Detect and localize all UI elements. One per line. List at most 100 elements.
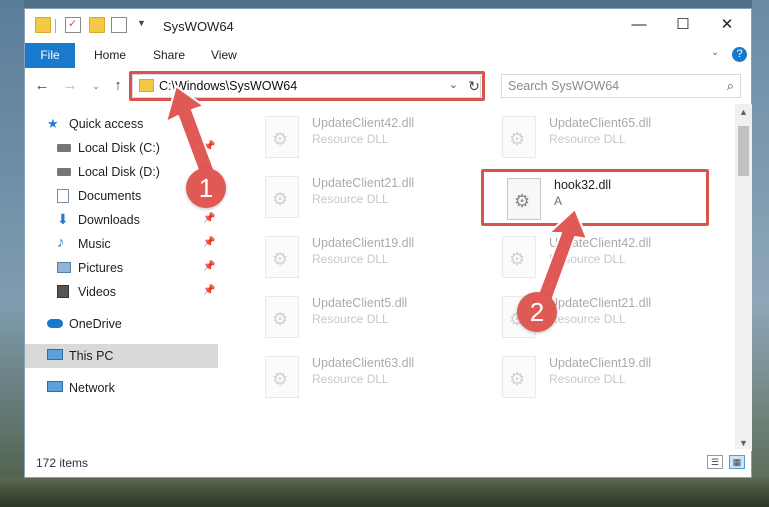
list-item[interactable]: UpdateClient19.dll Resource DLL xyxy=(245,230,465,280)
list-item[interactable]: UpdateClient5.dll Resource DLL xyxy=(245,290,465,340)
sidebar-item-music[interactable]: ♪ Music 📌 xyxy=(25,232,218,256)
file-name: UpdateClient19.dll xyxy=(549,356,652,370)
chevron-down-icon[interactable]: ▼ xyxy=(137,18,146,28)
step-2-badge: 2 xyxy=(517,292,557,332)
sidebar-item-label: Music xyxy=(78,237,111,251)
pin-icon[interactable]: 📌 xyxy=(203,237,215,248)
step-1-badge: 1 xyxy=(186,168,226,208)
sidebar-item-label: OneDrive xyxy=(69,317,122,331)
vertical-scrollbar[interactable]: ▲ ▼ xyxy=(735,104,752,451)
file-type: Resource DLL xyxy=(312,372,389,386)
file-type: Resource DLL xyxy=(312,192,389,206)
pin-icon[interactable]: 📌 xyxy=(203,261,215,272)
details-view-icon[interactable]: ☰ xyxy=(707,455,723,469)
customize-toolbar-icon[interactable] xyxy=(111,17,127,33)
sidebar-item-videos[interactable]: Videos 📌 xyxy=(25,280,218,304)
sidebar-item-label: Local Disk (C:) xyxy=(78,141,160,155)
file-name: UpdateClient63.dll xyxy=(312,356,415,370)
dll-file-icon xyxy=(265,116,299,158)
sidebar-item-pictures[interactable]: Pictures 📌 xyxy=(25,256,218,280)
documents-icon xyxy=(57,189,69,203)
tab-home[interactable]: Home xyxy=(94,43,126,68)
close-button[interactable]: ✕ xyxy=(717,15,737,35)
sidebar-item-label: Quick access xyxy=(69,117,144,131)
star-icon: ★ xyxy=(47,116,59,131)
sidebar-item-label: Videos xyxy=(78,285,116,299)
address-row: ← → ⌄ ↑ C:\Windows\SysWOW64 ⌄ ↻ Search S… xyxy=(25,68,751,104)
dll-file-icon xyxy=(502,116,536,158)
refresh-icon[interactable]: ↻ xyxy=(465,76,483,96)
sidebar-item-this-pc[interactable]: This PC xyxy=(25,344,218,368)
file-type: Resource DLL xyxy=(312,312,389,326)
file-name: UpdateClient21.dll xyxy=(312,176,415,190)
file-list: UpdateClient42.dll Resource DLL UpdateCl… xyxy=(225,104,735,449)
computer-icon xyxy=(47,349,63,360)
hook32-highlight xyxy=(481,169,709,226)
file-name: UpdateClient42.dll xyxy=(312,116,415,130)
drive-icon xyxy=(57,144,71,152)
videos-icon xyxy=(57,285,69,298)
file-name: UpdateClient5.dll xyxy=(312,296,408,310)
desktop-background-bottom xyxy=(0,477,769,507)
separator xyxy=(55,19,56,33)
recent-locations-chevron-icon[interactable]: ⌄ xyxy=(87,76,105,96)
drive-icon xyxy=(57,168,71,176)
sidebar-item-label: Documents xyxy=(78,189,142,203)
tab-view[interactable]: View xyxy=(211,43,237,68)
cloud-icon xyxy=(47,319,63,328)
list-item[interactable]: UpdateClient19.dll Resource DLL xyxy=(482,350,702,400)
dll-file-icon xyxy=(265,176,299,218)
search-icon: ⌕ xyxy=(726,78,734,93)
status-bar: 172 items ☰ ▦ xyxy=(25,449,751,477)
sidebar-item-network[interactable]: Network xyxy=(25,376,218,400)
window-title: SysWOW64 xyxy=(163,19,234,34)
list-item[interactable]: UpdateClient21.dll Resource DLL xyxy=(245,170,465,220)
help-icon[interactable]: ? xyxy=(732,47,747,62)
maximize-button[interactable]: ☐ xyxy=(673,15,693,35)
file-name: UpdateClient19.dll xyxy=(312,236,415,250)
new-folder-icon[interactable] xyxy=(89,17,105,33)
dll-file-icon xyxy=(265,356,299,398)
large-icons-view-icon[interactable]: ▦ xyxy=(729,455,745,469)
scroll-up-icon[interactable]: ▲ xyxy=(735,104,752,120)
chevron-down-icon[interactable]: ⌄ xyxy=(449,78,458,91)
file-type: Resource DLL xyxy=(549,372,626,386)
file-type: Resource DLL xyxy=(312,252,389,266)
sidebar-item-label: Downloads xyxy=(78,213,140,227)
minimize-button[interactable]: — xyxy=(629,15,649,35)
sidebar-item-label: Pictures xyxy=(78,261,124,275)
back-arrow-icon[interactable]: ← xyxy=(33,76,51,96)
desktop-background-left xyxy=(0,0,24,507)
title-bar: ✓ ▼ SysWOW64 — ☐ ✕ xyxy=(25,9,751,43)
folder-icon xyxy=(35,17,51,33)
up-arrow-icon[interactable]: ↑ xyxy=(109,76,127,96)
tab-file[interactable]: File xyxy=(25,43,75,68)
list-item[interactable]: UpdateClient63.dll Resource DLL xyxy=(245,350,465,400)
pin-icon[interactable]: 📌 xyxy=(203,285,215,296)
folder-icon xyxy=(139,79,154,92)
file-name: UpdateClient65.dll xyxy=(549,116,652,130)
ribbon-tabs: File Home Share View ⌄ ? xyxy=(25,43,751,68)
list-item[interactable]: UpdateClient65.dll Resource DLL xyxy=(482,110,702,160)
item-count: 172 items xyxy=(36,456,89,470)
forward-arrow-icon[interactable]: → xyxy=(61,76,79,96)
dll-file-icon xyxy=(265,236,299,278)
list-item[interactable]: UpdateClient42.dll Resource DLL xyxy=(245,110,465,160)
file-type: Resource DLL xyxy=(312,132,389,146)
expand-ribbon-icon[interactable]: ⌄ xyxy=(711,47,719,58)
sidebar-item-onedrive[interactable]: OneDrive xyxy=(25,312,218,336)
sidebar-item-downloads[interactable]: ⬇ Downloads 📌 xyxy=(25,208,218,232)
search-input[interactable]: Search SysWOW64 ⌕ xyxy=(501,74,741,98)
search-placeholder: Search SysWOW64 xyxy=(508,79,620,93)
explorer-window: ✓ ▼ SysWOW64 — ☐ ✕ File Home Share View … xyxy=(24,8,752,478)
properties-icon[interactable]: ✓ xyxy=(65,17,81,33)
pictures-icon xyxy=(57,262,71,273)
pin-icon[interactable]: 📌 xyxy=(203,213,215,224)
download-icon: ⬇ xyxy=(57,211,69,227)
tab-share[interactable]: Share xyxy=(153,43,185,68)
file-type: Resource DLL xyxy=(549,132,626,146)
sidebar-item-label: This PC xyxy=(69,349,114,363)
dll-file-icon xyxy=(265,296,299,338)
sidebar-item-label: Local Disk (D:) xyxy=(78,165,160,179)
scrollbar-thumb[interactable] xyxy=(738,126,749,176)
